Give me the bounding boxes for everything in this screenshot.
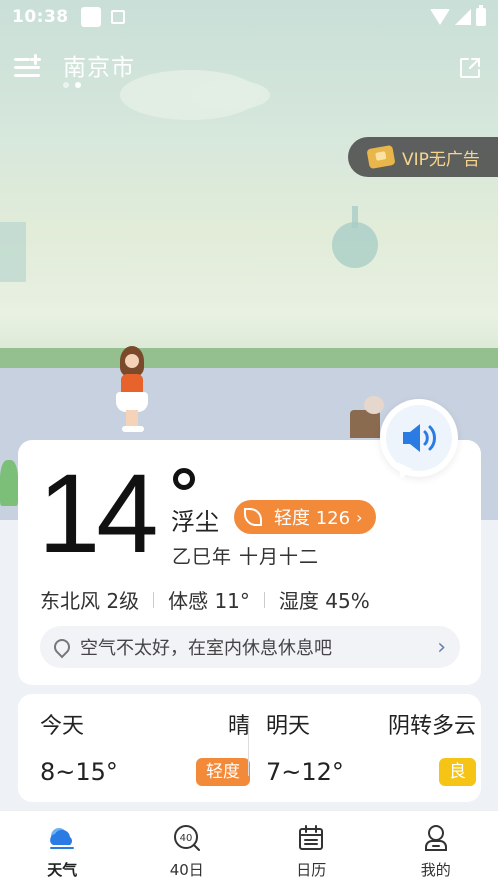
weather-metrics: 东北风 2级 体感 11° 湿度 45%	[40, 585, 370, 614]
cell-signal-icon	[455, 9, 471, 25]
nav-label: 我的	[420, 861, 451, 879]
chevron-right-icon: ›	[437, 634, 446, 660]
advice-text: 空气不太好，在室内休息休息吧	[80, 638, 332, 659]
forecast-day-label: 明天	[266, 714, 311, 739]
feels-like-info: 体感 11°	[168, 589, 250, 613]
humidity-info: 湿度 45%	[278, 589, 370, 613]
header: 南京市	[0, 40, 498, 96]
city-name[interactable]: 南京市	[63, 48, 135, 82]
current-temperature: 14	[38, 451, 159, 576]
tree-stump	[350, 410, 380, 438]
notification-a-icon	[110, 10, 125, 24]
nav-tab-weather[interactable]: 天气	[0, 811, 125, 887]
divider	[153, 591, 155, 608]
nav-tab-40-day[interactable]: 40 40日	[125, 811, 250, 887]
degree-symbol	[173, 468, 195, 490]
cartoon-girl-illustration	[108, 346, 156, 436]
dust-haze	[0, 280, 498, 350]
notification-square-icon	[80, 7, 101, 27]
forecast-aqi-badge: 轻度	[196, 758, 250, 786]
shrub	[0, 460, 18, 506]
two-day-forecast-card: 今天 晴 8~15° 轻度 明天 阴转多云 7~12° 良	[18, 694, 481, 802]
grass-strip	[0, 348, 498, 368]
forecast-tomorrow[interactable]: 明天 阴转多云 7~12° 良	[266, 694, 476, 802]
profile-icon	[424, 825, 447, 851]
forty-day-icon: 40	[173, 825, 200, 851]
wifi-icon	[430, 9, 450, 25]
water-drop-icon	[50, 635, 74, 659]
page-dot-active	[75, 82, 81, 88]
share-icon[interactable]	[458, 56, 482, 80]
current-condition: 浮尘	[171, 508, 219, 536]
bottom-navigation: 天气 40 40日 日历 我的	[0, 810, 498, 887]
distant-building	[0, 222, 26, 282]
chevron-right-icon: ›	[356, 507, 363, 527]
vip-label: VIP无广告	[402, 149, 480, 170]
forecast-condition: 阴转多云	[387, 714, 476, 739]
forecast-today[interactable]: 今天 晴 8~15° 轻度	[40, 694, 250, 802]
current-weather-card: 14 浮尘 轻度 126 › 乙巳年 十月十二 东北风 2级 体感 11° 湿度…	[18, 440, 481, 685]
forecast-temp-range: 7~12°	[266, 758, 344, 786]
vip-no-ads-button[interactable]: VIP无广告	[348, 137, 498, 177]
forecast-condition: 晴	[227, 714, 250, 739]
status-time: 10:38	[12, 7, 69, 27]
squirrel-illustration	[364, 396, 384, 414]
forecast-aqi-badge: 良	[439, 758, 476, 786]
status-bar: 10:38	[0, 0, 498, 34]
divider	[248, 718, 249, 776]
nav-label: 40日	[169, 861, 204, 879]
nav-label: 天气	[47, 861, 78, 879]
wind-info: 东北风 2级	[40, 589, 140, 613]
battery-icon	[476, 5, 486, 26]
calendar-icon	[299, 825, 324, 850]
forecast-day-label: 今天	[40, 714, 85, 739]
weather-cloud-icon	[50, 828, 75, 849]
forecast-temp-range: 8~15°	[40, 758, 118, 786]
nav-tab-profile[interactable]: 我的	[374, 811, 498, 887]
voice-broadcast-button[interactable]	[380, 399, 458, 477]
leaf-icon	[244, 508, 262, 526]
nav-tab-calendar[interactable]: 日历	[249, 811, 374, 887]
vip-ticket-icon	[366, 144, 396, 170]
air-advice-bar[interactable]: 空气不太好，在室内休息休息吧 ›	[40, 626, 460, 668]
lunar-date: 乙巳年 十月十二	[172, 546, 320, 568]
page-dot	[63, 82, 69, 88]
city-manage-menu-icon[interactable]	[14, 54, 42, 80]
tv-tower-ball	[332, 222, 378, 268]
city-page-indicator	[63, 82, 81, 88]
divider	[263, 591, 265, 608]
svg-text:40: 40	[179, 833, 192, 844]
speaker-icon	[403, 424, 436, 452]
aqi-label: 轻度 126	[274, 508, 351, 529]
nav-label: 日历	[296, 861, 327, 879]
aqi-badge[interactable]: 轻度 126 ›	[234, 500, 377, 534]
